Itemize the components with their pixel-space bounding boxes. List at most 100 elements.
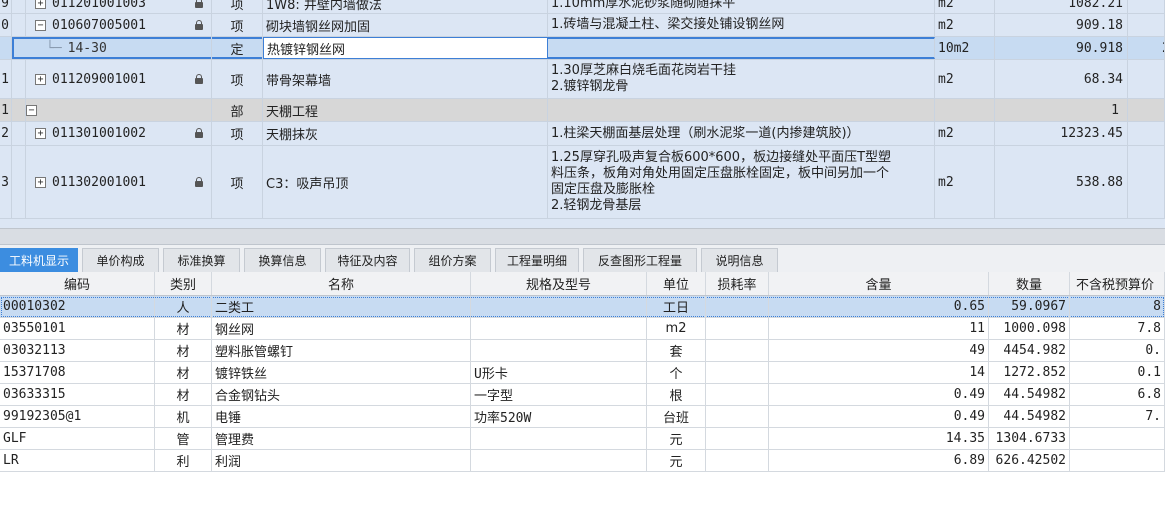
cell-spec[interactable] — [471, 340, 647, 361]
cell-spec[interactable] — [471, 428, 647, 449]
bill-row[interactable]: 3 + 011302001001 项 C3：吸声吊顶 1.25厚穿孔吸声复合板6… — [0, 146, 1165, 219]
cell-unit[interactable]: 工日 — [647, 296, 706, 317]
cell-price[interactable] — [1070, 450, 1165, 471]
cell-code[interactable]: 00010302 — [0, 296, 155, 317]
cell-category[interactable]: 机 — [155, 406, 212, 427]
cell-category[interactable]: 材 — [155, 340, 212, 361]
cell-category[interactable]: 管 — [155, 428, 212, 449]
tab-notes[interactable]: 说明信息 — [701, 248, 778, 272]
cell-category[interactable]: 材 — [155, 362, 212, 383]
cell-loss-rate[interactable] — [706, 362, 769, 383]
cell-content[interactable]: 14 — [769, 362, 989, 383]
cell-price[interactable] — [1070, 428, 1165, 449]
cell-name[interactable]: 钢丝网 — [212, 318, 471, 339]
tab-features[interactable]: 特征及内容 — [325, 248, 410, 272]
cell-loss-rate[interactable] — [706, 450, 769, 471]
tab-resources[interactable]: 工料机显示 — [0, 248, 78, 272]
cell-category[interactable]: 材 — [155, 318, 212, 339]
cell-spec[interactable] — [471, 450, 647, 471]
cell-quantity[interactable]: 626.42502 — [989, 450, 1070, 471]
col-quantity[interactable]: 数量 — [989, 272, 1070, 295]
col-category[interactable]: 类别 — [155, 272, 212, 295]
table-row[interactable]: 03550101 材钢丝网 m2 11 1000.098 7.8 — [0, 318, 1165, 340]
cell-loss-rate[interactable] — [706, 428, 769, 449]
cell-unit[interactable]: 元 — [647, 450, 706, 471]
cell-name[interactable]: 利润 — [212, 450, 471, 471]
tab-quantity-detail[interactable]: 工程量明细 — [495, 248, 579, 272]
cell-code[interactable]: 99192305@1 — [0, 406, 155, 427]
cell-loss-rate[interactable] — [706, 384, 769, 405]
cell-spec[interactable]: 功率520W — [471, 406, 647, 427]
cell-content[interactable]: 14.35 — [769, 428, 989, 449]
expand-icon[interactable]: + — [35, 0, 46, 9]
tab-pricing-scheme[interactable]: 组价方案 — [414, 248, 491, 272]
cell-unit[interactable]: 套 — [647, 340, 706, 361]
table-row[interactable]: LR 利利润 元 6.89 626.42502 — [0, 450, 1165, 472]
cell-quantity[interactable]: 59.0967 — [989, 296, 1070, 317]
cell-price[interactable]: 7.8 — [1070, 318, 1165, 339]
cell-unit[interactable]: 元 — [647, 428, 706, 449]
cell-category[interactable]: 人 — [155, 296, 212, 317]
col-name[interactable]: 名称 — [212, 272, 471, 295]
panel-splitter[interactable] — [0, 228, 1165, 245]
cell-quantity[interactable]: 44.54982 — [989, 406, 1070, 427]
cell-spec[interactable]: 一字型 — [471, 384, 647, 405]
tab-standard-conversion[interactable]: 标准换算 — [163, 248, 240, 272]
table-row[interactable]: 99192305@1 机电锤 功率520W 台班 0.49 44.54982 7. — [0, 406, 1165, 428]
collapse-icon[interactable]: − — [26, 104, 37, 116]
cell-content[interactable]: 6.89 — [769, 450, 989, 471]
cell-name[interactable]: 管理费 — [212, 428, 471, 449]
cell-content[interactable]: 11 — [769, 318, 989, 339]
cell-price[interactable]: 7. — [1070, 406, 1165, 427]
col-unit[interactable]: 单位 — [647, 272, 706, 295]
cell-name[interactable]: 合金钢钻头 — [212, 384, 471, 405]
cell-code[interactable]: GLF — [0, 428, 155, 449]
cell-name[interactable]: 镀锌铁丝 — [212, 362, 471, 383]
tab-conversion-info[interactable]: 换算信息 — [244, 248, 321, 272]
expand-icon[interactable]: + — [35, 73, 46, 85]
cell-spec[interactable]: U形卡 — [471, 362, 647, 383]
cell-unit[interactable]: 台班 — [647, 406, 706, 427]
cell-loss-rate[interactable] — [706, 318, 769, 339]
bill-row[interactable]: 9 + 011201001003 项 1W8: 井壁内墙做法 1.10mm厚水泥… — [0, 0, 1165, 14]
cell-price[interactable]: 6.8 — [1070, 384, 1165, 405]
table-row[interactable]: 03633315 材合金钢钻头 一字型根 0.49 44.54982 6.8 — [0, 384, 1165, 406]
table-row[interactable]: 03032113 材塑料胀管螺钉 套 49 4454.982 0. — [0, 340, 1165, 362]
cell-spec[interactable] — [471, 296, 647, 317]
cell-code[interactable]: 03550101 — [0, 318, 155, 339]
cell-quantity[interactable]: 1000.098 — [989, 318, 1070, 339]
section-row[interactable]: 1 − 部 天棚工程 1 — [0, 99, 1165, 122]
col-code[interactable]: 编码 — [0, 272, 155, 295]
col-spec[interactable]: 规格及型号 — [471, 272, 647, 295]
cell-name[interactable]: 电锤 — [212, 406, 471, 427]
collapse-icon[interactable]: − — [35, 19, 46, 31]
table-row[interactable]: 15371708 材镀锌铁丝 U形卡个 14 1272.852 0.1 — [0, 362, 1165, 384]
cell-quantity[interactable]: 1304.6733 — [989, 428, 1070, 449]
bill-row[interactable]: 2 + 011301001002 项 天棚抹灰 1.柱梁天棚面基层处理（刷水泥浆… — [0, 122, 1165, 146]
cell-unit[interactable]: 根 — [647, 384, 706, 405]
col-price[interactable]: 不含税预算价 — [1070, 272, 1165, 295]
cell-price[interactable]: 0.1 — [1070, 362, 1165, 383]
bill-row-partial[interactable] — [0, 219, 1165, 228]
cell-spec[interactable] — [471, 318, 647, 339]
table-row[interactable]: GLF 管管理费 元 14.35 1304.6733 — [0, 428, 1165, 450]
tab-reverse-lookup[interactable]: 反查图形工程量 — [583, 248, 697, 272]
item-name-input[interactable]: 热镀锌钢丝网 — [263, 37, 548, 59]
bill-row[interactable]: 0 − 010607005001 项 砌块墙钢丝网加固 1.砖墙与混凝土柱、梁交… — [0, 14, 1165, 37]
cell-category[interactable]: 材 — [155, 384, 212, 405]
cell-content[interactable]: 0.49 — [769, 384, 989, 405]
cell-price[interactable]: 0. — [1070, 340, 1165, 361]
cell-loss-rate[interactable] — [706, 296, 769, 317]
bill-row[interactable]: 1 + 011209001001 项 带骨架幕墙 1.30厚芝麻白烧毛面花岗岩干… — [0, 60, 1165, 99]
cell-unit[interactable]: 个 — [647, 362, 706, 383]
cell-content[interactable]: 0.49 — [769, 406, 989, 427]
col-loss-rate[interactable]: 损耗率 — [706, 272, 769, 295]
cell-content[interactable]: 0.65 — [769, 296, 989, 317]
quota-row-selected[interactable]: └─ 14-30 定 热镀锌钢丝网 10m2 90.918 2 — [0, 37, 1165, 60]
cell-code[interactable]: 03032113 — [0, 340, 155, 361]
cell-loss-rate[interactable] — [706, 340, 769, 361]
cell-name[interactable]: 二类工 — [212, 296, 471, 317]
cell-quantity[interactable]: 1272.852 — [989, 362, 1070, 383]
col-content[interactable]: 含量 — [769, 272, 989, 295]
cell-code[interactable]: LR — [0, 450, 155, 471]
